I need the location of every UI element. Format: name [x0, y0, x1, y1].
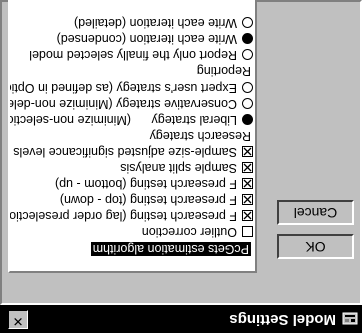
strategy-label: Conservative strategy (Minimize non-dele… [8, 97, 237, 111]
ok-button[interactable]: OK [277, 234, 354, 259]
checkbox-checked[interactable] [242, 178, 253, 189]
strategy-label: Expert user's strategy (as defined in Op… [8, 81, 237, 95]
option-label: Outlier correction [141, 225, 237, 239]
option-label: Sample-size adjusted significance levels [13, 145, 237, 159]
selected-item-label: PcGets estimation algorithm [90, 242, 251, 256]
app-icon [342, 312, 358, 325]
option-label: Sample split analysis [120, 161, 237, 175]
radio-selected[interactable] [242, 33, 253, 44]
radio[interactable] [242, 17, 253, 28]
checkbox-checked[interactable] [242, 162, 253, 173]
checkbox-checked[interactable] [242, 210, 253, 221]
report-label: Report only the finally selected model [29, 48, 237, 62]
checkbox-checked[interactable] [242, 146, 253, 157]
strategy-desc: (Minimize non-selectio [8, 113, 131, 127]
research-strategy-heading: Research strategy [149, 129, 251, 143]
radio[interactable] [242, 98, 253, 109]
checkbox-checked[interactable] [242, 194, 253, 205]
option-label: F presearch testing (lag order preselect… [8, 209, 237, 223]
settings-list[interactable]: PcGets estimation algorithm Outlier corr… [8, 0, 257, 273]
radio[interactable] [242, 82, 253, 93]
window-title: Model Settings [229, 311, 336, 328]
radio[interactable] [242, 49, 253, 60]
close-icon: ✕ [12, 313, 24, 328]
checkbox[interactable] [242, 226, 253, 237]
radio-selected[interactable] [242, 114, 253, 125]
strategy-label: Liberal strategy [151, 113, 237, 127]
report-label: Write each iteration (detailed) [73, 16, 237, 30]
dialog-body: OK Cancel PcGets estimation algorithm Ou… [0, 0, 362, 305]
option-label: F presearch testing (top - down) [59, 193, 237, 207]
close-button[interactable]: ✕ [8, 310, 28, 329]
cancel-button[interactable]: Cancel [277, 200, 354, 225]
model-settings-dialog: Model Settings ✕ OK Cancel PcGets estima… [0, 0, 362, 333]
reporting-heading: Reporting [196, 64, 251, 78]
option-label: F presearch testing (bottom - up) [54, 177, 237, 191]
report-label: Write each iteration (condensed) [56, 32, 237, 46]
list-item-selected[interactable]: PcGets estimation algorithm [90, 241, 251, 257]
title-bar[interactable]: Model Settings ✕ [0, 305, 362, 333]
